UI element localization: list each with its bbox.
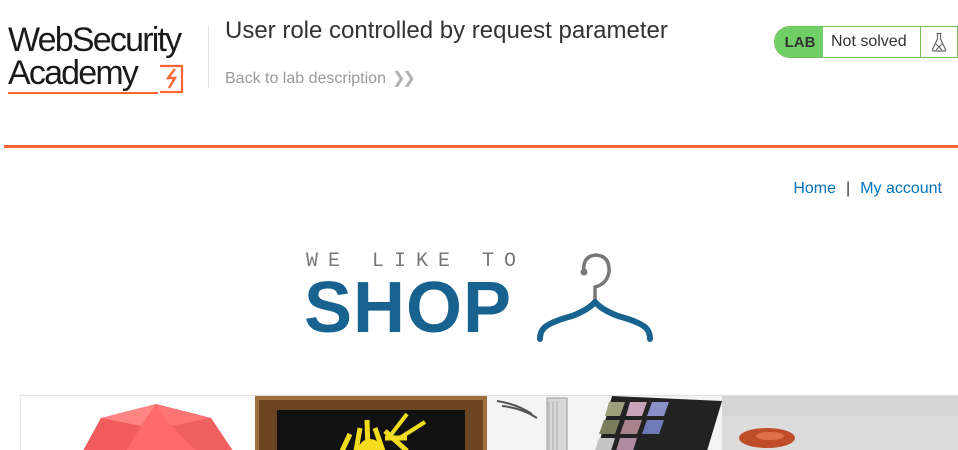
- nav-separator: |: [846, 180, 851, 197]
- product-image[interactable]: [255, 395, 487, 450]
- lab-badge: LAB: [775, 27, 823, 57]
- top-navigation: Home | My account: [793, 180, 942, 198]
- logo-line-1: WebSecurity: [8, 21, 182, 59]
- header-orange-bar: [4, 145, 958, 148]
- product-image[interactable]: [487, 395, 722, 450]
- shop-logo: WE LIKE TO SHOP: [304, 248, 664, 348]
- back-to-lab-description-link[interactable]: Back to lab description ❯❯: [225, 68, 416, 88]
- lightning-icon: [160, 64, 184, 94]
- lab-status-text: Not solved: [823, 27, 921, 57]
- shop-word: SHOP: [304, 268, 513, 348]
- chevron-right-icon: ❯❯: [391, 70, 416, 87]
- flask-icon: [921, 27, 957, 57]
- my-account-link[interactable]: My account: [860, 180, 942, 197]
- lab-header: WebSecurity Academy User role controlled…: [0, 0, 958, 146]
- product-grid: [20, 395, 958, 450]
- lab-title: User role controlled by request paramete…: [225, 17, 668, 44]
- lab-status-widget: LAB Not solved: [774, 26, 958, 58]
- back-link-label: Back to lab description: [225, 70, 386, 87]
- logo-underline: [8, 92, 158, 94]
- websecurity-academy-logo[interactable]: WebSecurity Academy: [8, 21, 208, 96]
- home-link[interactable]: Home: [793, 180, 836, 197]
- hanger-icon: [537, 253, 653, 342]
- product-image[interactable]: [20, 395, 255, 450]
- logo-line-2: Academy: [8, 54, 139, 92]
- product-image[interactable]: [722, 395, 958, 450]
- header-divider: [208, 26, 209, 88]
